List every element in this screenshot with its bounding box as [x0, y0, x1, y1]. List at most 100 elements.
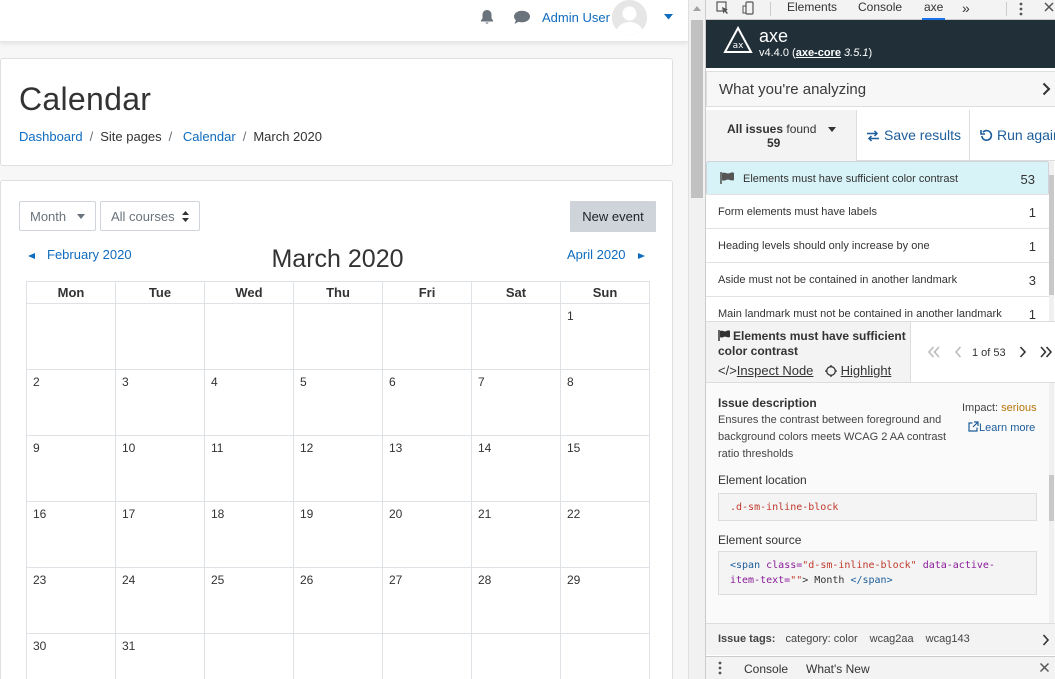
page-scrollbar[interactable]	[688, 0, 705, 679]
messages-icon[interactable]	[513, 10, 531, 25]
calendar-day[interactable]: 22	[560, 501, 650, 568]
tab-axe[interactable]: axe	[922, 0, 946, 20]
bell-icon[interactable]	[479, 9, 495, 26]
calendar-day[interactable]: 23	[26, 567, 116, 634]
drawer-tab-console[interactable]: Console	[744, 662, 788, 676]
calendar-day[interactable]: 4	[204, 369, 294, 436]
source-tag-open: <span	[730, 560, 761, 571]
calendar-day[interactable]: 26	[293, 567, 383, 634]
weekday-header-row: Mon Tue Wed Thu Fri Sat Sun	[26, 281, 650, 304]
inspect-node-button[interactable]: </>Inspect Node	[718, 363, 813, 378]
calendar-day[interactable]	[204, 633, 294, 679]
calendar-day[interactable]: 31	[115, 633, 205, 679]
calendar-day[interactable]: 20	[382, 501, 472, 568]
more-tabs-icon[interactable]: »	[962, 0, 970, 16]
calendar-day[interactable]: 19	[293, 501, 383, 568]
scrollbar-thumb[interactable]	[1049, 175, 1054, 295]
analyzing-panel-toggle[interactable]: What you're analyzing	[706, 71, 1055, 107]
calendar-day[interactable]: 9	[26, 435, 116, 502]
calendar-day[interactable]: 8	[560, 369, 650, 436]
issues-filter-dropdown[interactable]: All issues found 59	[706, 110, 857, 161]
calendar-day[interactable]: 16	[26, 501, 116, 568]
save-results-button[interactable]: Save results	[866, 127, 961, 143]
calendar-day[interactable]: 13	[382, 435, 472, 502]
calendar-day[interactable]	[471, 633, 561, 679]
calendar-day[interactable]: 27	[382, 567, 472, 634]
user-menu-name[interactable]: Admin User	[542, 10, 610, 25]
calendar-day[interactable]: 30	[26, 633, 116, 679]
impact-value: serious	[1001, 402, 1037, 414]
issue-item-selected[interactable]: Elements must have sufficient color cont…	[706, 161, 1049, 195]
calendar-day[interactable]: 2	[26, 369, 116, 436]
calendar-day[interactable]: 1	[560, 303, 650, 370]
extension-version: v4.4.0	[759, 47, 789, 59]
calendar-day[interactable]	[560, 633, 650, 679]
next-page-icon[interactable]	[1019, 346, 1027, 358]
issue-item[interactable]: Main landmark must not be contained in a…	[706, 297, 1049, 321]
run-again-button[interactable]: Run again	[969, 110, 1055, 161]
calendar-day[interactable]: 11	[204, 435, 294, 502]
issue-tag: category: color	[785, 633, 858, 645]
page-title: Calendar	[19, 81, 152, 117]
calendar-day[interactable]	[204, 303, 294, 370]
breadcrumb-dashboard[interactable]: Dashboard	[19, 129, 83, 144]
close-icon[interactable]	[1043, 1, 1055, 13]
highlight-button[interactable]: Highlight	[825, 363, 891, 378]
last-page-icon[interactable]	[1039, 346, 1053, 358]
course-select[interactable]: All courses	[100, 201, 200, 231]
detail-scrollbar[interactable]	[1049, 383, 1054, 623]
tab-elements[interactable]: Elements	[787, 0, 837, 20]
calendar-day[interactable]: 5	[293, 369, 383, 436]
chevron-down-icon[interactable]	[664, 14, 673, 20]
calendar-day[interactable]: 7	[471, 369, 561, 436]
axe-version: v4.4.0 (axe-core 3.5.1)	[759, 47, 873, 59]
kebab-menu-icon[interactable]	[1019, 2, 1023, 16]
tab-console[interactable]: Console	[858, 0, 902, 20]
learn-more-link[interactable]: Learn more	[968, 421, 1035, 434]
calendar-day[interactable]: 18	[204, 501, 294, 568]
scrollbar-thumb[interactable]	[1049, 475, 1054, 521]
issue-item[interactable]: Aside must not be contained in another l…	[706, 263, 1049, 297]
axe-core-link[interactable]: axe-core	[796, 47, 841, 59]
calendar-day[interactable]	[471, 303, 561, 370]
kebab-menu-icon[interactable]	[718, 661, 722, 675]
calendar-day[interactable]: 14	[471, 435, 561, 502]
calendar-day[interactable]: 21	[471, 501, 561, 568]
new-event-button[interactable]: New event	[570, 201, 656, 232]
calendar-day[interactable]: 10	[115, 435, 205, 502]
issue-item[interactable]: Heading levels should only increase by o…	[706, 229, 1049, 263]
calendar-day[interactable]: 24	[115, 567, 205, 634]
calendar-day[interactable]: 6	[382, 369, 472, 436]
calendar-day[interactable]	[293, 633, 383, 679]
close-icon[interactable]	[1039, 662, 1050, 673]
calendar-day[interactable]	[26, 303, 116, 370]
calendar-day[interactable]: 15	[560, 435, 650, 502]
breadcrumb-calendar[interactable]: Calendar	[183, 129, 236, 144]
device-toggle-icon[interactable]	[742, 1, 756, 15]
calendar-day[interactable]: 3	[115, 369, 205, 436]
element-location-value[interactable]: .d-sm-inline-block	[718, 493, 1037, 521]
next-month-link[interactable]: April 2020	[567, 247, 645, 262]
calendar-day[interactable]: 17	[115, 501, 205, 568]
scrollbar-thumb[interactable]	[691, 20, 703, 198]
calendar-day[interactable]: 28	[471, 567, 561, 634]
issue-tags-bar[interactable]: Issue tags: category: color wcag2aa wcag143	[706, 623, 1055, 655]
element-source-code[interactable]: <span class="d-sm-inline-block" data-act…	[718, 551, 1037, 595]
drawer-tab-whats-new[interactable]: What's New	[806, 662, 870, 676]
issue-list-scrollbar[interactable]	[1049, 161, 1054, 321]
calendar-day[interactable]: 12	[293, 435, 383, 502]
issue-item[interactable]: Form elements must have labels 1	[706, 195, 1049, 229]
inspect-cursor-icon[interactable]	[716, 1, 730, 15]
view-select[interactable]: Month	[19, 201, 96, 231]
calendar-day[interactable]	[382, 633, 472, 679]
prev-page-icon[interactable]	[954, 346, 962, 358]
calendar-day[interactable]	[382, 303, 472, 370]
scroll-up-arrow-icon[interactable]	[693, 6, 701, 11]
calendar-day[interactable]	[115, 303, 205, 370]
calendar-day[interactable]: 29	[560, 567, 650, 634]
first-page-icon[interactable]	[927, 346, 941, 358]
calendar-day[interactable]: 25	[204, 567, 294, 634]
calendar-day[interactable]	[293, 303, 383, 370]
user-avatar[interactable]	[612, 0, 647, 35]
issue-title: Heading levels should only increase by o…	[718, 240, 930, 252]
